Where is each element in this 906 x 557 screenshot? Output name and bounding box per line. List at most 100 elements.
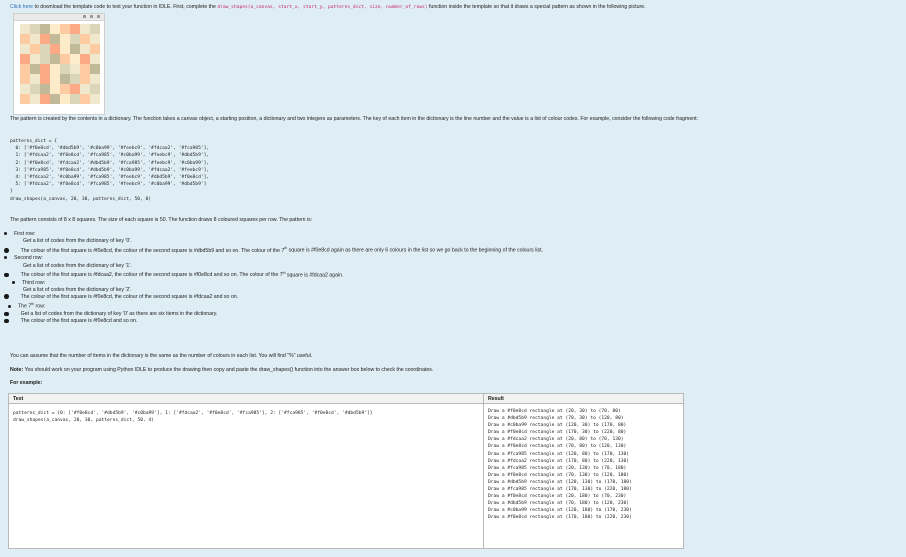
pattern-square	[50, 84, 60, 94]
result-line: Draw a #dbd5b9 rectangle at (70, 30) to …	[488, 416, 624, 422]
pattern-square	[80, 64, 90, 74]
list-item: The colour of the first square is #fdcaa…	[4, 270, 894, 280]
pattern-square	[80, 94, 90, 104]
pattern-square	[40, 44, 50, 54]
circle-bullet-icon	[4, 272, 9, 278]
result-line: Draw a #f0e8cd rectangle at (20, 30) to …	[488, 409, 621, 414]
code-fragment: patterns_dict = { 0: ['#f0e8cd', '#dbd5b…	[10, 138, 530, 203]
pattern-summary: The pattern consists of 8 x 8 squares. T…	[10, 217, 313, 223]
circle-bullet-icon	[4, 311, 9, 317]
pattern-square	[50, 44, 60, 54]
result-line: Draw a #fdcaa2 rectangle at (170, 80) to…	[488, 458, 630, 464]
list-item: The colour of the first square is #f0e8c…	[4, 294, 894, 301]
result-line: Draw a #f0e8cd rectangle at (70, 80) to …	[488, 444, 627, 450]
pattern-square	[90, 54, 100, 64]
pattern-square	[70, 34, 80, 44]
list-item: First row:	[4, 231, 894, 238]
pattern-square	[70, 84, 80, 94]
pattern-square	[70, 64, 80, 74]
pattern-square	[90, 44, 100, 54]
pattern-square	[20, 54, 30, 64]
pattern-square	[60, 54, 70, 64]
bullet-icon	[4, 232, 7, 236]
seventh-row-step-b: The colour of the first square is #f0e8c…	[20, 318, 138, 325]
pattern-square	[40, 74, 50, 84]
seventh-row-label: The 7	[18, 304, 32, 311]
pattern-square	[70, 44, 80, 54]
pattern-square	[40, 24, 50, 34]
table-column-divider	[483, 394, 484, 548]
pattern-square	[80, 54, 90, 64]
second-row-step-b: The colour of the first square is #fdcaa…	[20, 272, 283, 279]
circle-bullet-icon	[4, 248, 9, 254]
pattern-square	[50, 74, 60, 84]
third-row-step-b: The colour of the first square is #f0e8c…	[20, 294, 239, 301]
pattern-square	[50, 34, 60, 44]
code-line: draw_shapes(a_canvas, 20, 30, patterns_d…	[10, 196, 152, 202]
result-line: Draw a #f0e8cd rectangle at (70, 130) to…	[488, 472, 630, 478]
third-row-label: Third row:	[22, 279, 46, 286]
test-line: patterns_dict = {0: ['#f0e8cd', '#dbd5b9…	[13, 411, 373, 416]
second-row-step-a: Get a list of codes from the dictionary …	[23, 262, 132, 269]
minimize-icon	[83, 15, 86, 18]
pattern-square	[80, 44, 90, 54]
note-text: Note: You should work on your program us…	[10, 367, 898, 373]
result-line: Draw a #f0e8cd rectangle at (20, 180) to…	[488, 494, 627, 500]
pattern-square	[40, 84, 50, 94]
thumbnail-window-bar	[14, 14, 104, 21]
pattern-square	[80, 74, 90, 84]
pattern-square	[70, 54, 80, 64]
download-link[interactable]: Click here	[10, 4, 33, 10]
pattern-square	[40, 34, 50, 44]
code-line: 0: ['#f0e8cd', '#dbd5b9', '#c0ba99', '#f…	[10, 146, 210, 152]
code-line: }	[10, 189, 13, 195]
pattern-square	[20, 74, 30, 84]
code-line: patterns_dict = {	[10, 139, 58, 144]
code-line: 2: ['#f0e8cd', '#fdcaa2', '#dbd5b9', '#f…	[10, 160, 210, 166]
bullet-icon	[12, 280, 15, 284]
pattern-square	[50, 54, 60, 64]
pattern-square	[60, 34, 70, 44]
list-item: Second row:	[4, 255, 894, 262]
pattern-square	[40, 64, 50, 74]
function-signature: draw_shapes(a_canvas, start_x, start_y, …	[217, 5, 428, 10]
note-function: draw_shapes()	[258, 367, 294, 373]
list-item: The colour of the first square is #f0e8c…	[4, 318, 894, 325]
list-item: Third row:	[4, 280, 894, 287]
intro-text-2: function inside the template so that it …	[427, 4, 646, 10]
pattern-square	[60, 84, 70, 94]
result-line: Draw a #fca985 rectangle at (170, 130) t…	[488, 487, 632, 493]
result-line: Draw a #fca985 rectangle at (20, 130) to…	[488, 465, 627, 471]
pattern-square	[20, 44, 30, 54]
list-item: Get a list of codes from the dictionary …	[4, 287, 894, 294]
second-row-label: Second row:	[14, 255, 43, 262]
list-item: The colour of the first square is #f0e8c…	[4, 245, 894, 255]
result-line: Draw a #fca985 rectangle at (120, 80) to…	[488, 451, 630, 457]
result-line: Draw a #c0ba99 rectangle at (120, 180) t…	[488, 508, 632, 514]
pattern-square	[60, 74, 70, 84]
pattern-square	[90, 84, 100, 94]
first-row-step-b: The colour of the first square is #f0e8c…	[20, 248, 285, 255]
result-cell: Draw a #f0e8cd rectangle at (20, 30) to …	[488, 408, 682, 522]
pattern-square	[80, 24, 90, 34]
pattern-square	[40, 54, 50, 64]
pattern-square	[60, 94, 70, 104]
result-line: Draw a #f0e8cd rectangle at (170, 30) to…	[488, 430, 627, 436]
seventh-row-label-rest: row:	[34, 304, 46, 311]
pattern-square	[90, 34, 100, 44]
code-line: 3: ['#fca985', '#f0e8cd', '#dbd5b9', '#c…	[10, 167, 210, 173]
assumption-text: You can assume that the number of items …	[10, 353, 313, 359]
result-line: Draw a #dbd5b9 rectangle at (70, 180) to…	[488, 501, 630, 507]
list-item: Get a list of codes from the dictionary …	[4, 238, 894, 245]
pattern-square	[20, 94, 30, 104]
description-paragraph: The pattern is created by the contents i…	[10, 116, 699, 122]
rows-list: First row: Get a list of codes from the …	[4, 231, 894, 326]
pattern-square	[30, 94, 40, 104]
pattern-square	[30, 84, 40, 94]
second-row-step-b-rest: square is #fdcaa2 again.	[285, 272, 344, 279]
pattern-square	[80, 34, 90, 44]
pattern-square	[30, 54, 40, 64]
close-icon	[97, 15, 100, 18]
code-line: 5: ['#fdcaa2', '#f0e8cd', '#fca985', '#f…	[10, 182, 207, 188]
maximize-icon	[90, 15, 93, 18]
